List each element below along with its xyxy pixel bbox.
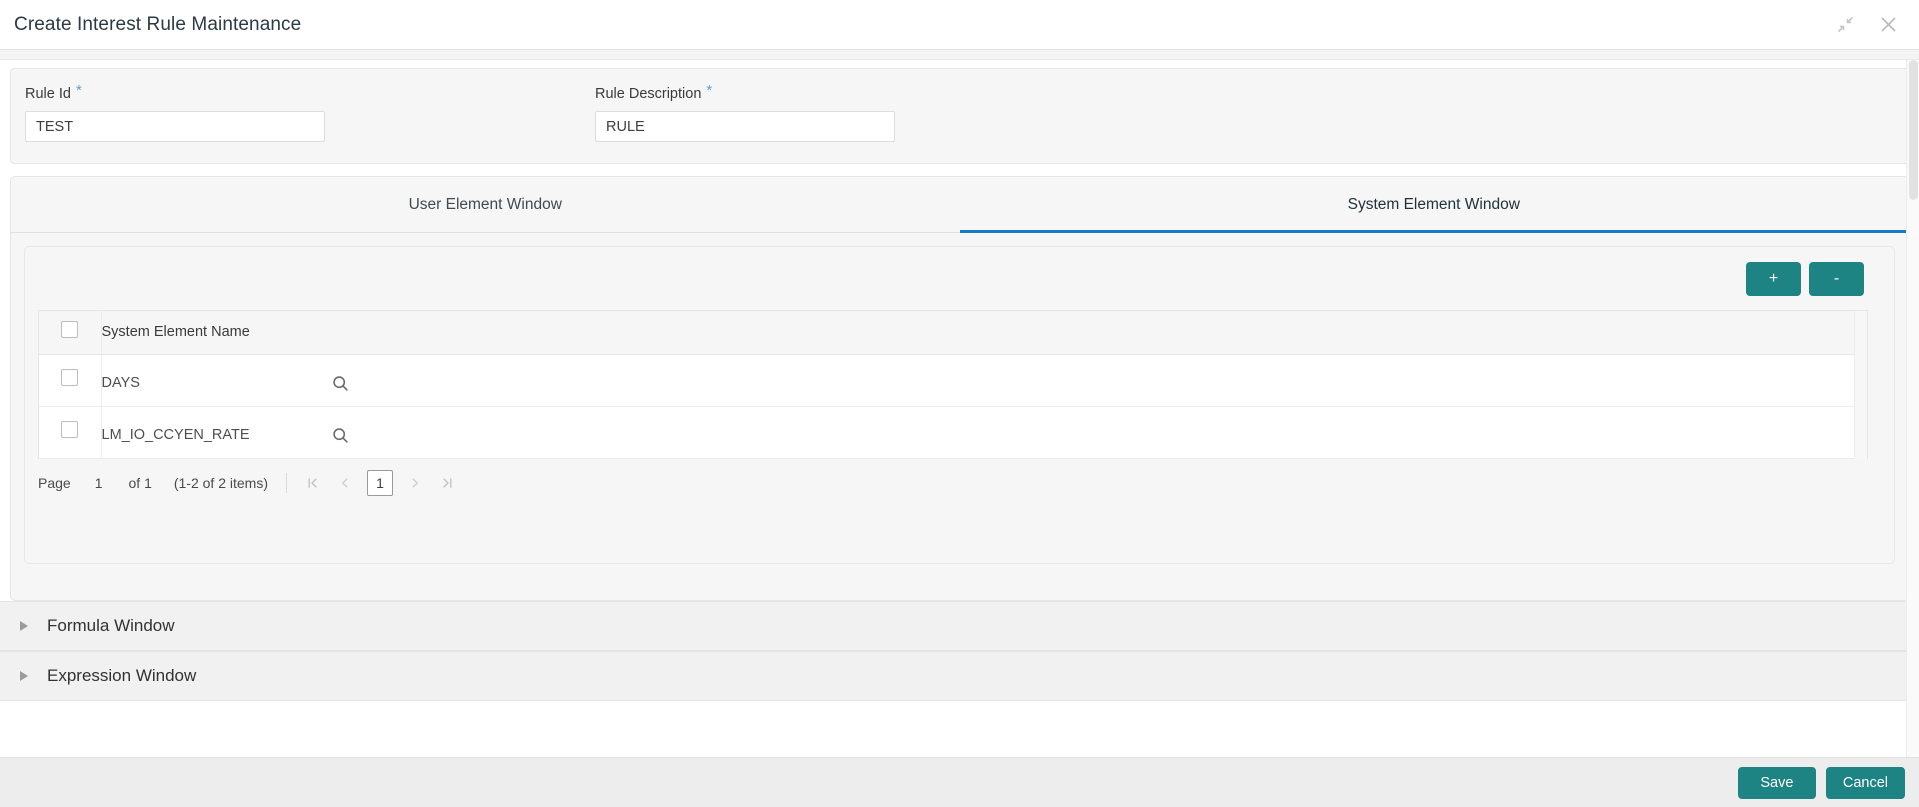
- search-icon[interactable]: [332, 421, 349, 444]
- collapse-arrows-icon[interactable]: [1837, 16, 1854, 33]
- pagination-divider: [286, 472, 287, 493]
- accordion-expression-window-label: Expression Window: [47, 666, 197, 685]
- remove-row-button[interactable]: -: [1809, 261, 1864, 296]
- add-row-button[interactable]: +: [1746, 261, 1801, 296]
- accordion-formula-window[interactable]: Formula Window: [0, 601, 1919, 651]
- grid-toolbar: + -: [25, 247, 1894, 310]
- window-controls: [1837, 16, 1897, 33]
- page-vertical-scrollbar[interactable]: [1906, 60, 1919, 757]
- tab-system-element-window-label: System Element Window: [1347, 195, 1520, 213]
- rule-id-label: Rule Id *: [25, 82, 505, 103]
- tab-user-element-window[interactable]: User Element Window: [11, 177, 960, 232]
- table-vertical-scrollbar[interactable]: [1854, 311, 1867, 459]
- row-select-cell: [39, 354, 102, 407]
- required-asterisk: *: [706, 82, 713, 99]
- table-row[interactable]: LM_IO_CCYEN_RATE: [39, 406, 1867, 459]
- pagination-bar: Page 1 of 1 (1-2 of 2 items) 1: [25, 459, 1894, 507]
- column-header-system-element-name: System Element Name: [101, 311, 1867, 355]
- cancel-button[interactable]: Cancel: [1825, 766, 1905, 799]
- field-rule-id: Rule Id *: [25, 82, 505, 163]
- rule-id-input[interactable]: [25, 111, 325, 142]
- system-element-name-value: LM_IO_CCYEN_RATE: [101, 427, 250, 443]
- accordion-expression-window[interactable]: Expression Window: [0, 651, 1919, 701]
- window-title-bar: Create Interest Rule Maintenance: [0, 0, 1919, 50]
- rule-description-input[interactable]: [595, 111, 895, 142]
- pagination-item-range: (1-2 of 2 items): [173, 474, 268, 491]
- pagination-last-button[interactable]: [431, 469, 463, 497]
- row-system-element-name-cell: DAYS: [101, 354, 1867, 407]
- required-asterisk: *: [75, 82, 82, 99]
- system-element-table-container: System Element Name DAYS LM_IO_CCYEN_RAT…: [38, 310, 1868, 459]
- tab-strip: User Element Window System Element Windo…: [11, 177, 1908, 233]
- form-footer: Save Cancel: [0, 757, 1919, 807]
- app-window: Create Interest Rule Maintenance Rule Id: [0, 0, 1919, 807]
- system-element-table: System Element Name DAYS LM_IO_CCYEN_RAT…: [39, 311, 1867, 459]
- title-underbar: [0, 50, 1919, 60]
- select-all-checkbox[interactable]: [61, 321, 79, 339]
- save-button[interactable]: Save: [1737, 766, 1816, 799]
- rule-id-label-text: Rule Id: [25, 86, 71, 102]
- pagination-next-button[interactable]: [399, 469, 431, 497]
- close-icon[interactable]: [1880, 16, 1897, 33]
- field-rule-description: Rule Description *: [595, 82, 1075, 163]
- caret-right-icon: [20, 671, 28, 681]
- accordion-formula-window-label: Formula Window: [47, 616, 175, 635]
- pagination-page-label: Page: [38, 474, 71, 491]
- system-element-grid-card: + - System Element Name DAYS LM_IO_CCYEN…: [24, 246, 1895, 564]
- pagination-current-page[interactable]: 1: [367, 469, 393, 496]
- scrollbar-thumb[interactable]: [1909, 60, 1918, 200]
- pagination-total-pages: of 1: [128, 474, 152, 491]
- row-checkbox[interactable]: [61, 421, 79, 438]
- table-row[interactable]: DAYS: [39, 354, 1867, 407]
- system-element-name-value: DAYS: [101, 375, 140, 391]
- rule-description-label-text: Rule Description: [595, 86, 702, 102]
- header-fields-card: Rule Id * Rule Description *: [10, 68, 1909, 164]
- pagination-prev-button[interactable]: [329, 469, 361, 497]
- table-header-row: System Element Name: [39, 311, 1867, 355]
- pagination-first-button[interactable]: [297, 469, 329, 497]
- page-title: Create Interest Rule Maintenance: [14, 13, 302, 35]
- pagination-page-value[interactable]: 1: [95, 475, 103, 491]
- form-body: Rule Id * Rule Description * User Elemen…: [0, 60, 1919, 757]
- row-system-element-name-cell: LM_IO_CCYEN_RATE: [101, 406, 1867, 459]
- tab-user-element-window-label: User Element Window: [408, 195, 562, 213]
- row-checkbox[interactable]: [61, 369, 79, 386]
- caret-right-icon: [20, 621, 28, 631]
- element-window-panel: User Element Window System Element Windo…: [10, 176, 1909, 601]
- row-select-cell: [39, 406, 102, 459]
- select-all-header-cell: [39, 311, 102, 355]
- search-icon[interactable]: [332, 369, 349, 392]
- tab-system-element-window[interactable]: System Element Window: [959, 177, 1909, 233]
- rule-description-label: Rule Description *: [595, 82, 1075, 103]
